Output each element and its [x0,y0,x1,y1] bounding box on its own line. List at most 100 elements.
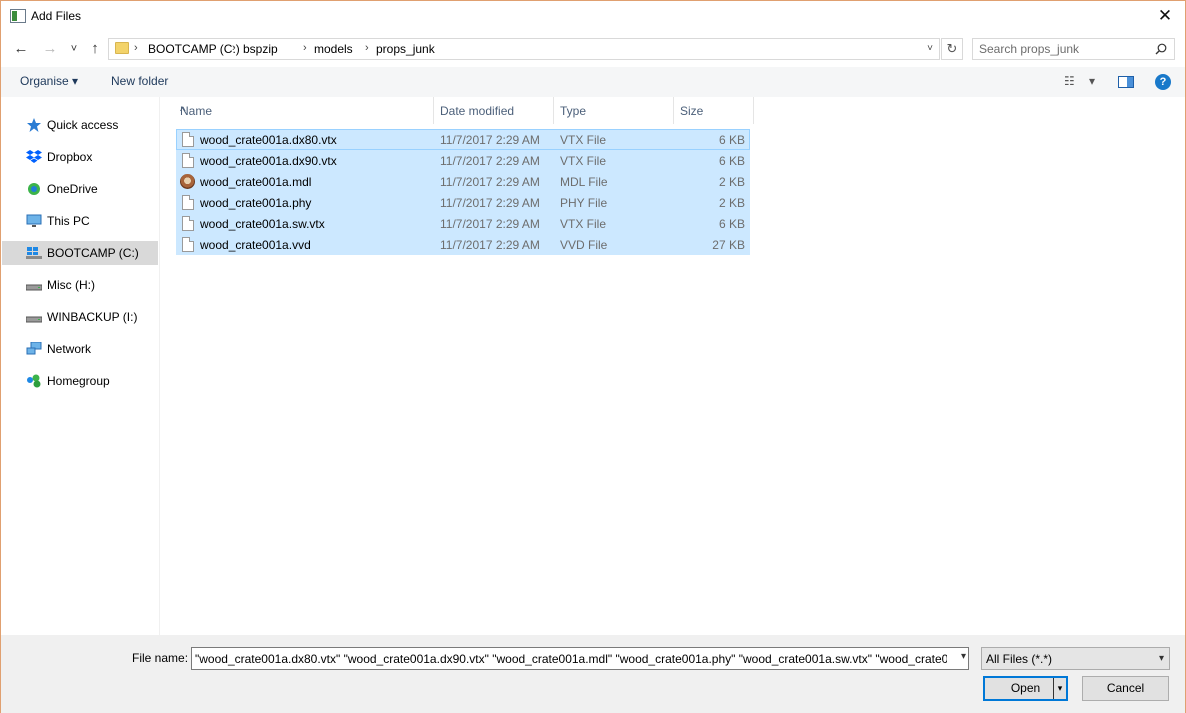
file-list: Name ^ Date modified Type Size wood_crat… [161,97,1185,635]
help-icon[interactable]: ? [1155,74,1171,90]
sidebar-item-dropbox[interactable]: Dropbox [2,145,158,169]
breadcrumb-bspzip[interactable]: bspzip [243,42,278,56]
file-date: 11/7/2017 2:29 AM [440,238,540,252]
sidebar-item-label: Dropbox [47,150,93,164]
sidebar-item-bootcamp[interactable]: BOOTCAMP (C:) [2,241,158,265]
add-files-dialog: Add Files ✕ ← → ˅ ↑ › BOOTCAMP (C:) › bs… [0,0,1186,713]
open-options-dropdown[interactable]: ▾ [1053,678,1066,699]
file-date: 11/7/2017 2:29 AM [440,217,540,231]
file-name-input[interactable] [195,651,947,667]
mdl-file-icon [180,174,195,189]
file-date: 11/7/2017 2:29 AM [440,196,540,210]
file-icon [182,195,194,210]
open-button[interactable]: Open ▾ [983,676,1068,701]
title-bar: Add Files ✕ [1,1,1185,32]
drive-icon [26,316,42,323]
sidebar-item-misc[interactable]: Misc (H:) [2,273,158,297]
file-size: 6 KB [718,154,745,168]
file-type-filter-value: All Files (*.*) [986,652,1053,666]
breadcrumb-models[interactable]: models [314,42,353,56]
column-header-type[interactable]: Type [554,97,674,124]
new-folder-button[interactable]: New folder [111,74,168,88]
onedrive-icon [28,183,40,195]
chevron-down-icon[interactable]: ▾ [961,651,966,662]
file-type: VVD File [560,238,608,252]
dropbox-icon [26,150,42,163]
file-type: VTX File [560,217,607,231]
table-row[interactable]: wood_crate001a.phy 11/7/2017 2:29 AM PHY… [176,192,750,213]
file-icon [182,237,194,252]
column-header-label: Size [680,104,704,118]
organise-menu[interactable]: Organise ▾ [20,74,78,88]
breadcrumb-props-junk[interactable]: props_junk [376,42,435,56]
address-dropdown-button[interactable]: ˅ [921,39,939,59]
command-bar: Organise ▾ New folder ☷ ▾ ? [1,67,1185,97]
app-icon [10,9,26,23]
open-button-label: Open [1010,681,1041,695]
up-button[interactable]: ↑ [86,39,104,59]
table-row[interactable]: wood_crate001a.mdl 11/7/2017 2:29 AM MDL… [176,171,750,192]
file-name: wood_crate001a.vvd [200,238,311,252]
homegroup-icon [27,374,41,388]
sidebar-item-label: Quick access [47,118,119,132]
column-header-size[interactable]: Size [674,97,754,124]
file-name: wood_crate001a.dx80.vtx [200,133,337,147]
preview-pane-icon[interactable] [1118,76,1134,88]
network-icon [26,342,42,355]
view-options-icon[interactable]: ☷ [1064,74,1075,88]
sidebar-item-this-pc[interactable]: This PC [2,209,158,233]
column-header-label: Type [560,104,587,118]
sidebar-item-homegroup[interactable]: Homegroup [2,369,158,393]
sidebar-item-onedrive[interactable]: OneDrive [2,177,158,201]
table-row[interactable]: wood_crate001a.dx80.vtx 11/7/2017 2:29 A… [176,129,750,150]
file-name-label: File name: [132,651,189,665]
search-box[interactable] [972,38,1175,60]
navigation-pane: Quick access Dropbox OneDrive This PC BO… [1,97,160,635]
file-date: 11/7/2017 2:29 AM [440,175,540,189]
window-title: Add Files [31,9,82,23]
file-icon [182,132,194,147]
sidebar-item-label: OneDrive [47,182,98,196]
column-header-name[interactable]: Name ^ [174,97,434,124]
breadcrumb-separator: › [303,42,307,54]
folder-icon [115,42,129,54]
chevron-down-icon: ▾ [1158,653,1164,664]
sort-ascending-icon: ^ [180,104,186,118]
sidebar-item-label: Network [47,342,92,356]
file-size: 27 KB [712,238,745,252]
table-row[interactable]: wood_crate001a.vvd 11/7/2017 2:29 AM VVD… [176,234,750,255]
view-dropdown-icon[interactable]: ▾ [1089,74,1095,88]
file-size: 2 KB [718,196,745,210]
file-type: MDL File [560,175,608,189]
column-header-date[interactable]: Date modified [434,97,554,124]
bottom-panel: File name: ▾ All Files (*.*) ▾ Open ▾ Ca… [1,635,1185,713]
breadcrumb-separator: › [134,42,138,54]
address-bar[interactable]: › BOOTCAMP (C:) › bspzip › models › prop… [108,38,940,60]
refresh-button[interactable]: ↻ [941,38,963,60]
back-button[interactable]: ← [12,39,30,59]
sidebar-item-quick-access[interactable]: Quick access [2,113,158,137]
close-button[interactable]: ✕ [1151,3,1179,29]
file-icon [182,153,194,168]
sidebar-item-winbackup[interactable]: WINBACKUP (I:) [2,305,158,329]
file-name: wood_crate001a.mdl [200,175,312,189]
sidebar-item-label: WINBACKUP (I:) [47,310,138,324]
file-name: wood_crate001a.dx90.vtx [200,154,337,168]
file-type: VTX File [560,133,607,147]
sidebar-item-network[interactable]: Network [2,337,158,361]
search-input[interactable] [979,41,1149,57]
file-name: wood_crate001a.sw.vtx [200,217,325,231]
computer-icon [26,214,42,227]
file-type-filter[interactable]: All Files (*.*) ▾ [981,647,1170,670]
breadcrumb-separator: › [232,42,236,54]
table-row[interactable]: wood_crate001a.dx90.vtx 11/7/2017 2:29 A… [176,150,750,171]
table-row[interactable]: wood_crate001a.sw.vtx 11/7/2017 2:29 AM … [176,213,750,234]
file-size: 2 KB [718,175,745,189]
recent-locations-button[interactable]: ˅ [65,39,83,59]
column-header-label: Date modified [440,104,515,118]
breadcrumb-bootcamp[interactable]: BOOTCAMP (C:) [148,42,240,56]
file-type: PHY File [560,196,608,210]
forward-button[interactable]: → [41,39,59,59]
file-name-combobox[interactable]: ▾ [191,647,969,670]
cancel-button[interactable]: Cancel [1082,676,1169,701]
